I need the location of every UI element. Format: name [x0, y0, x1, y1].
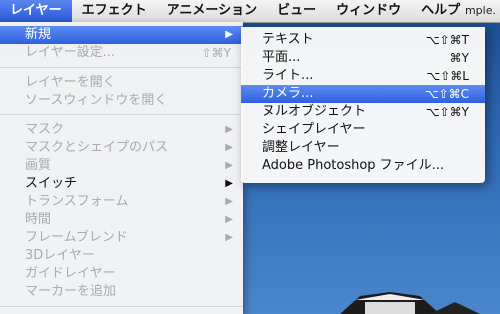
submenu-item-shortcut: ⌘Y: [449, 51, 469, 65]
menu-item-add-marker[interactable]: マーカーを追加: [0, 283, 243, 301]
menu-item-label: トランスフォーム: [25, 194, 129, 209]
submenu-item-light[interactable]: ライト... ⌥⇧⌘L: [241, 67, 485, 85]
submenu-item-label: シェイプレイヤー: [262, 122, 366, 137]
menu-bar: レイヤー エフェクト アニメーション ビュー ウィンドウ ヘルプ mple.: [0, 0, 500, 23]
menu-item-label: レイヤーを開く: [25, 75, 116, 90]
menubar-animation[interactable]: アニメーション: [157, 0, 267, 22]
building-photo: [340, 292, 480, 314]
menu-item-label: 時間: [25, 212, 52, 227]
menu-item-transform[interactable]: トランスフォーム ▶: [0, 193, 243, 211]
submenu-item-label: テキスト: [262, 32, 314, 47]
submenu-item-shape-layer[interactable]: シェイプレイヤー: [241, 121, 485, 139]
submenu-item-camera[interactable]: カメラ... ⌥⇧⌘C: [241, 85, 485, 103]
window-title-fragment: mple.: [464, 4, 496, 17]
submenu-item-photoshop-file[interactable]: Adobe Photoshop ファイル...: [241, 157, 485, 175]
menubar-effect[interactable]: エフェクト: [72, 0, 157, 22]
menu-item-guide-layer[interactable]: ガイドレイヤー: [0, 265, 243, 283]
menubar-layer[interactable]: レイヤー: [0, 0, 72, 22]
menubar-help[interactable]: ヘルプ: [411, 0, 470, 22]
menu-item-label: 新規: [25, 27, 52, 42]
menu-item-quality[interactable]: 画質 ▶: [0, 157, 243, 175]
menubar-view[interactable]: ビュー: [267, 0, 326, 22]
menu-item-label: 3Dレイヤー: [25, 248, 95, 263]
menu-item-frame-blend[interactable]: フレームブレンド ▶: [0, 229, 243, 247]
layer-menu: 新規 ▶ レイヤー設定... ⇧⌘Y レイヤーを開く ソースウィンドウを開く マ…: [0, 22, 243, 314]
submenu-item-text[interactable]: テキスト ⌥⇧⌘T: [241, 31, 485, 49]
menu-item-open-source-window[interactable]: ソースウィンドウを開く: [0, 92, 243, 110]
submenu-item-label: 調整レイヤー: [262, 140, 340, 155]
menubar-window[interactable]: ウィンドウ: [326, 0, 411, 22]
menu-item-label: マーカーを追加: [25, 284, 117, 299]
menu-item-label: マスクとシェイプのパス: [25, 140, 169, 155]
submenu-arrow-icon: ▶: [225, 160, 233, 171]
submenu-item-shortcut: ⌥⇧⌘T: [425, 33, 469, 47]
submenu-item-label: 平面...: [262, 50, 301, 65]
menu-item-label: ソースウィンドウを開く: [25, 93, 168, 108]
menu-item-3d-layer[interactable]: 3Dレイヤー: [0, 247, 243, 265]
menu-item-switches[interactable]: スイッチ ▶: [0, 175, 243, 193]
submenu-item-label: Adobe Photoshop ファイル...: [262, 158, 445, 173]
menu-item-label: スイッチ: [25, 176, 78, 191]
menu-item-label: ガイドレイヤー: [25, 266, 116, 281]
submenu-arrow-icon: ▶: [225, 29, 233, 40]
menu-item-label: レイヤー設定...: [25, 45, 116, 60]
menu-separator: [0, 306, 243, 307]
menu-separator: [0, 67, 243, 68]
menu-item-mask[interactable]: マスク ▶: [0, 121, 243, 139]
submenu-arrow-icon: ▶: [225, 232, 233, 243]
submenu-item-null-object[interactable]: ヌルオブジェクト ⌥⇧⌘Y: [241, 103, 485, 121]
submenu-item-label: ヌルオブジェクト: [262, 104, 367, 119]
submenu-item-label: カメラ...: [262, 86, 314, 101]
submenu-item-shortcut: ⌥⇧⌘Y: [425, 105, 469, 119]
submenu-arrow-icon: ▶: [225, 214, 233, 225]
menu-item-label: 画質: [25, 158, 52, 173]
submenu-arrow-icon: ▶: [225, 196, 233, 207]
submenu-arrow-icon: ▶: [225, 124, 233, 135]
new-submenu: テキスト ⌥⇧⌘T 平面... ⌘Y ライト... ⌥⇧⌘L カメラ... ⌥⇧…: [241, 27, 485, 183]
submenu-arrow-icon: ▶: [225, 178, 233, 189]
submenu-item-label: ライト...: [262, 68, 314, 83]
submenu-item-adjustment-layer[interactable]: 調整レイヤー: [241, 139, 485, 157]
menu-item-time[interactable]: 時間 ▶: [0, 211, 243, 229]
submenu-arrow-icon: ▶: [225, 142, 233, 153]
menu-item-label: マスク: [25, 122, 65, 137]
submenu-item-shortcut: ⌥⇧⌘C: [424, 87, 469, 101]
menu-item-open-layer[interactable]: レイヤーを開く: [0, 74, 243, 92]
menu-item-layer-settings[interactable]: レイヤー設定... ⇧⌘Y: [0, 44, 243, 62]
menu-separator: [0, 114, 243, 115]
submenu-item-shortcut: ⌥⇧⌘L: [426, 69, 469, 83]
menu-item-label: フレームブレンド: [25, 230, 128, 245]
submenu-item-solid[interactable]: 平面... ⌘Y: [241, 49, 485, 67]
menu-item-mask-shape-path[interactable]: マスクとシェイプのパス ▶: [0, 139, 243, 157]
menu-item-shortcut: ⇧⌘Y: [201, 46, 231, 60]
menu-item-new[interactable]: 新規 ▶: [0, 26, 243, 44]
